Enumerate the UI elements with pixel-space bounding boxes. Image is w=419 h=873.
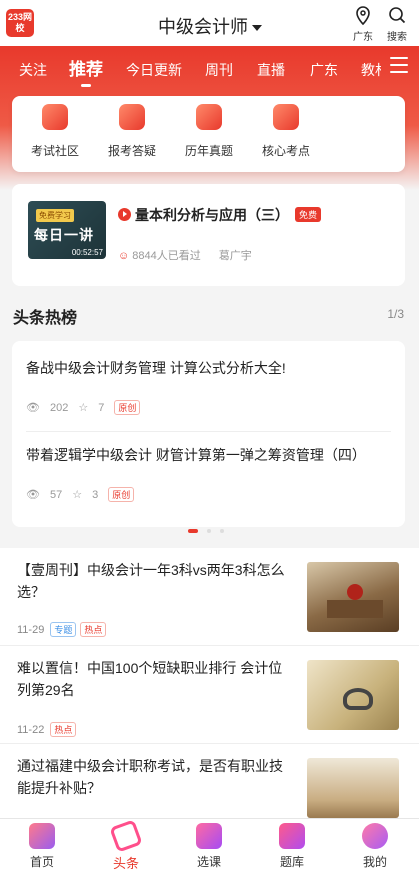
quick-entry-card: 考试社区 报考答疑 历年真题 核心考点 [12,96,405,172]
hot-item-title: 带着逻辑学中级会计 财管计算第一弹之筹资管理（四） [26,447,366,463]
star-icon: ☆ [72,489,83,501]
topic-tag: 专题 [50,622,77,637]
news-thumbnail [307,660,399,730]
nav-courses[interactable]: 选课 [179,823,239,870]
live-course-card[interactable]: 免费学习 每日一讲 00:52:57 量本利分析与应用（三） 免费 ☺ 8844人… [12,184,405,286]
tab-guangdong[interactable]: 广东 [310,60,338,80]
tab-live[interactable]: 直播 [257,60,285,80]
play-icon [118,208,131,221]
profile-icon [362,823,388,849]
hot-item-title: 备战中级会计财务管理 计算公式分析大全! [26,360,286,376]
course-meta: ☺ 8844人已看过 葛广宇 [118,247,252,263]
eye-icon: 👁 [26,489,40,501]
hot-item[interactable]: 带着逻辑学中级会计 财管计算第一弹之筹资管理（四） 👁 57 ☆ 3 原创 [26,445,396,502]
tab-weekly[interactable]: 周刊 [205,60,233,80]
star-icon: ☆ [78,402,89,414]
news-item[interactable]: 【壹周刊】中级会计一年3科vs两年3科怎么选？ 11-29 专题 热点 [0,548,419,646]
hot-item[interactable]: 备战中级会计财务管理 计算公式分析大全! 👁 202 ☆ 7 原创 [26,358,396,415]
teacher-name: 葛广宇 [218,250,252,262]
hot-item-stats: 👁 202 ☆ 7 原创 [26,400,150,415]
question-bank-icon [279,823,305,849]
free-badge: 免费 [295,207,322,222]
question-icon [119,104,145,130]
page-indicator: 1/3 [387,307,404,321]
like-count: 3 [92,489,99,501]
news-list: 【壹周刊】中级会计一年3科vs两年3科怎么选？ 11-29 专题 热点 难以置信！中… [0,548,419,818]
nav-headlines[interactable]: 头条 [96,819,156,872]
quick-label: 考试社区 [30,144,79,158]
community-icon [42,104,68,130]
quick-faq[interactable]: 报考答疑 [92,104,172,159]
exam-selector[interactable]: 中级会计师 [158,13,262,39]
hot-tag: 热点 [50,722,77,737]
news-meta: 11-22 热点 [17,722,77,737]
nav-me[interactable]: 我的 [345,823,405,870]
quick-label: 历年真题 [184,144,233,158]
location-button[interactable]: 广东 [348,6,378,43]
nav-label: 我的 [362,855,387,869]
user-icon: ☺ [118,250,133,262]
quick-label: 核心考点 [261,144,310,158]
top-bar: 233网校 中级会计师 广东 搜索 [0,0,419,46]
search-icon [389,7,406,24]
quick-community[interactable]: 考试社区 [15,104,95,159]
location-pin-icon [356,6,370,26]
hot-tag: 热点 [80,622,107,637]
news-date: 11-29 [17,624,45,636]
nav-question-bank[interactable]: 题库 [262,823,322,870]
news-title: 【壹周刊】中级会计一年3科vs两年3科怎么选？ [17,562,285,600]
nav-label: 选课 [196,855,221,869]
hot-list-card: 备战中级会计财务管理 计算公式分析大全! 👁 202 ☆ 7 原创 带着逻辑学中级会计 … [12,341,405,527]
tab-recommend[interactable]: 推荐 [69,55,103,87]
star-folder-icon [273,104,299,130]
channel-tabs: 关注 推荐 今日更新 周刊 直播 广东 教材 [0,46,419,92]
location-label: 广东 [353,32,373,43]
news-thumbnail [307,562,399,632]
pen-icon [196,104,222,130]
like-count: 7 [98,402,105,414]
menu-icon[interactable] [390,57,408,78]
original-tag: 原创 [114,400,141,415]
nav-label: 题库 [279,855,304,869]
tab-follow[interactable]: 关注 [19,60,47,80]
section-title: 头条热榜 [13,310,78,327]
search-label: 搜索 [387,32,407,43]
caret-down-icon [252,25,262,32]
nav-label: 头条 [112,856,139,871]
quick-key-points[interactable]: 核心考点 [246,104,326,159]
divider [26,431,391,432]
view-count: 57 [49,489,63,501]
course-thumbnail: 免费学习 每日一讲 00:52:57 [28,201,106,259]
search-button[interactable]: 搜索 [382,6,412,43]
tab-today[interactable]: 今日更新 [126,60,182,80]
hot-item-stats: 👁 57 ☆ 3 原创 [26,487,144,502]
thumb-title: 每日一讲 [34,227,94,243]
quick-label: 报考答疑 [107,144,156,158]
news-item[interactable]: 难以置信！中国100个短缺职业排行 会计位列第29名 11-22 热点 [0,646,419,744]
news-thumbnail [307,758,399,818]
course-title: 量本利分析与应用（三） 免费 [118,205,322,225]
bottom-nav: 首页 头条 选课 题库 我的 [0,818,419,873]
nav-home[interactable]: 首页 [12,823,72,870]
headline-tag-icon [109,819,143,853]
news-meta: 11-29 专题 热点 [17,622,107,637]
app-logo[interactable]: 233网校 [6,9,34,37]
news-title: 难以置信！中国100个短缺职业排行 会计位列第29名 [17,660,283,698]
eye-icon: 👁 [26,402,40,414]
gift-icon [196,823,222,849]
news-title: 通过福建中级会计职称考试，是否有职业技能提升补贴？ [17,758,283,796]
view-count: 202 [49,402,69,414]
tab-textbook[interactable]: 教材 [361,60,381,80]
original-tag: 原创 [108,487,135,502]
nav-label: 首页 [29,855,54,869]
carousel-dots [188,520,233,538]
free-study-badge: 免费学习 [36,209,74,222]
home-icon [29,823,55,849]
quick-past-papers[interactable]: 历年真题 [169,104,249,159]
news-date: 11-22 [17,724,45,736]
viewer-count: 8844人已看过 [132,250,201,262]
course-title-text: 量本利分析与应用（三） [135,207,289,223]
exam-title: 中级会计师 [158,17,248,37]
video-duration: 00:52:57 [71,248,103,257]
